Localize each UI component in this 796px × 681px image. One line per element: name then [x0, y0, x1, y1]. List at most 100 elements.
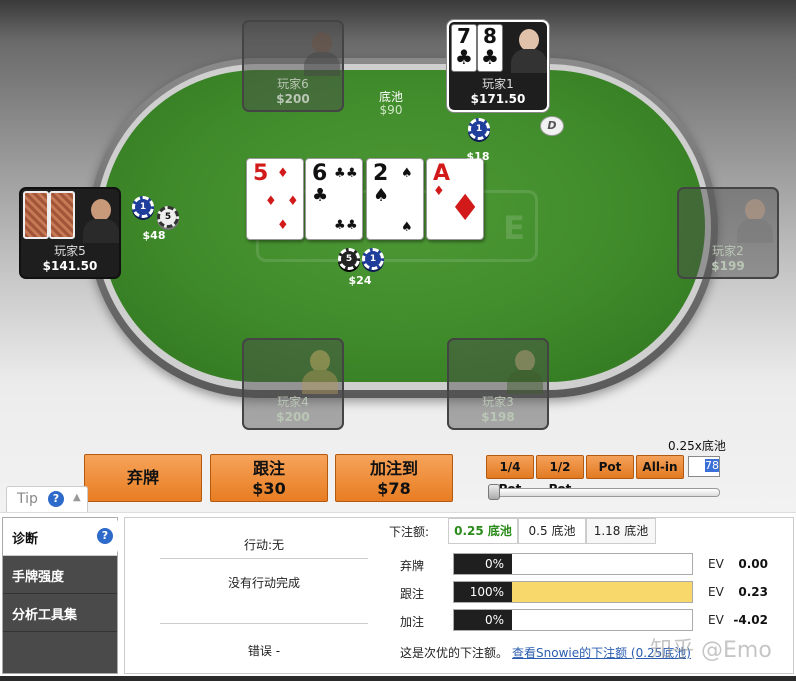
fold-button[interactable]: 弃牌 — [84, 454, 202, 502]
board-card-2: 6 ♣ ♣ ♣ ♣ ♣ — [305, 158, 363, 240]
player5-stack: $141.50 — [42, 259, 98, 273]
seat-player1[interactable]: 7 ♣ 8 ♣ 玩家1 $171.50 — [447, 20, 549, 112]
call-ev-label: EV — [708, 585, 724, 599]
bet-slider-thumb[interactable] — [488, 484, 500, 500]
board-card-2-pip: ♣ — [346, 166, 358, 181]
fold-ev-label: EV — [708, 557, 724, 571]
all-in-button[interactable]: All-in — [636, 455, 684, 479]
player4-stack: $200 — [276, 410, 310, 424]
quarter-pot-button[interactable]: 1/4 Pot — [486, 455, 534, 496]
fold-frequency-bar: 0% — [453, 553, 693, 575]
call-ev-value: 0.23 — [738, 585, 768, 599]
bet-size-tab-half[interactable]: 0.5 底池 — [518, 518, 586, 544]
raise-label: 加注到 — [369, 459, 418, 478]
player1-bet-chip: 1 — [468, 118, 490, 140]
divider — [160, 558, 368, 559]
player3-stack: $198 — [481, 410, 515, 424]
hole-card-1: 7 ♣ — [451, 24, 477, 72]
hole-card-1-suit: ♣ — [455, 45, 473, 69]
call-frequency-bar: 100% — [453, 581, 693, 603]
bet-slider[interactable] — [488, 488, 720, 497]
bet-amount-input[interactable]: 78 — [688, 456, 720, 477]
raise-button[interactable]: 加注到 $78 — [335, 454, 453, 502]
board-card-1-rank: 5 — [253, 161, 269, 186]
no-action-text: 没有行动完成 — [227, 576, 300, 590]
player1-bet-amount: $18 — [466, 150, 490, 163]
seat-player5[interactable]: 玩家5 $141.50 — [19, 187, 121, 279]
board-card-1-pip: ♦ — [287, 194, 299, 209]
player5-card-back-1 — [23, 191, 49, 239]
board-card-2-pip: ♣ — [334, 218, 346, 233]
sidebar-item-analysis-tools[interactable]: 分析工具集 — [3, 594, 117, 632]
center-bet-chip: 1 — [362, 248, 384, 270]
caret-up-icon[interactable]: ▲ — [73, 492, 81, 503]
player1-avatar — [509, 25, 549, 73]
board-card-2-suit: ♣ — [334, 166, 346, 181]
sidebar-item-label: 诊断 — [12, 532, 39, 547]
player6-avatar — [302, 28, 342, 76]
center-bet-chip: 5 — [338, 248, 360, 270]
pot-button[interactable]: Pot — [586, 455, 634, 479]
center-bet-amount: $24 — [348, 274, 372, 287]
watermark: 知乎 @Emo — [650, 638, 772, 663]
hole-card-2: 8 ♣ — [477, 24, 503, 72]
call-frequency-fill — [512, 582, 692, 602]
board-card-3: 2 ♠ ♠ ♠ — [366, 158, 424, 240]
raise-frequency-bar: 0% — [453, 609, 693, 631]
action-info: 行动:无 — [243, 538, 285, 552]
bet-size-tab-quarter[interactable]: 0.25 底池 — [448, 518, 518, 544]
hole-card-2-suit: ♣ — [481, 45, 499, 69]
bet-size-tab-full[interactable]: 1.18 底池 — [586, 518, 656, 544]
player5-bet-amount: $48 — [142, 229, 166, 242]
sidebar-item-diagnosis[interactable]: 诊断 ? — [3, 518, 117, 556]
player5-card-back-2 — [49, 191, 75, 239]
seat-player2[interactable]: 玩家2 $199 — [677, 187, 779, 279]
board-card-3-pip: ♠ — [373, 185, 390, 206]
call-button[interactable]: 跟注 $30 — [210, 454, 328, 502]
player5-bet-chip: 1 — [132, 196, 154, 218]
help-icon[interactable]: ? — [97, 528, 113, 544]
board-card-1-pip: ♦ — [265, 194, 277, 209]
player2-avatar — [735, 195, 775, 243]
fold-row-label: 弃牌 — [400, 559, 425, 573]
board-card-4: A ♦ ♦ — [426, 158, 484, 240]
board-card-1-pip: ♦ — [277, 218, 289, 233]
board-card-4-pip: ♦ — [449, 188, 482, 229]
dealer-button: D — [540, 116, 564, 136]
seat-player4[interactable]: 玩家4 $200 — [242, 338, 344, 430]
fold-ev-value: 0.00 — [738, 557, 768, 571]
call-label: 跟注 — [252, 459, 285, 478]
call-amount: $30 — [252, 479, 286, 498]
player5-avatar — [81, 195, 121, 243]
player3-avatar — [505, 346, 545, 394]
raise-ev-label: EV — [708, 613, 724, 627]
divider — [160, 623, 368, 624]
analysis-sidebar: 诊断 ? 手牌强度 分析工具集 — [2, 517, 118, 674]
seat-player3[interactable]: 玩家3 $198 — [447, 338, 549, 430]
error-text: 错误 - — [247, 644, 281, 658]
board-card-2-pip: ♣ — [346, 218, 358, 233]
sidebar-selection-arrow — [116, 517, 124, 555]
sidebar-item-hand-strength[interactable]: 手牌强度 — [3, 556, 117, 594]
board-card-3-rank: 2 — [373, 161, 389, 186]
board-card-1-suit: ♦ — [277, 166, 289, 181]
sidebar-item-label: 手牌强度 — [12, 570, 65, 585]
call-row-label: 跟注 — [400, 587, 425, 601]
board-card-4-suit: ♦ — [433, 184, 445, 199]
seat-player6[interactable]: 玩家6 $200 — [242, 20, 344, 112]
fold-frequency-pct: 0% — [454, 554, 512, 574]
player3-name: 玩家3 — [482, 395, 514, 409]
bet-ratio-label: 0.25x底池 — [668, 439, 726, 453]
bet-amount-value: 78 — [705, 459, 719, 472]
player5-name: 玩家5 — [54, 244, 86, 258]
bottom-strip — [0, 676, 796, 681]
player6-name: 玩家6 — [277, 77, 309, 91]
pot-amount: $90 — [379, 103, 403, 117]
tip-label: Tip — [17, 491, 38, 507]
poker-table-area: E 底池 $90 玩家6 $200 7 ♣ 8 ♣ 玩家1 $171.50 玩家5 $14… — [0, 0, 796, 512]
tip-tab[interactable]: Tip ? ▲ — [6, 486, 88, 512]
player2-stack: $199 — [711, 259, 745, 273]
half-pot-button[interactable]: 1/2 Pot — [536, 455, 584, 496]
player4-avatar — [300, 346, 340, 394]
help-icon[interactable]: ? — [48, 491, 64, 507]
